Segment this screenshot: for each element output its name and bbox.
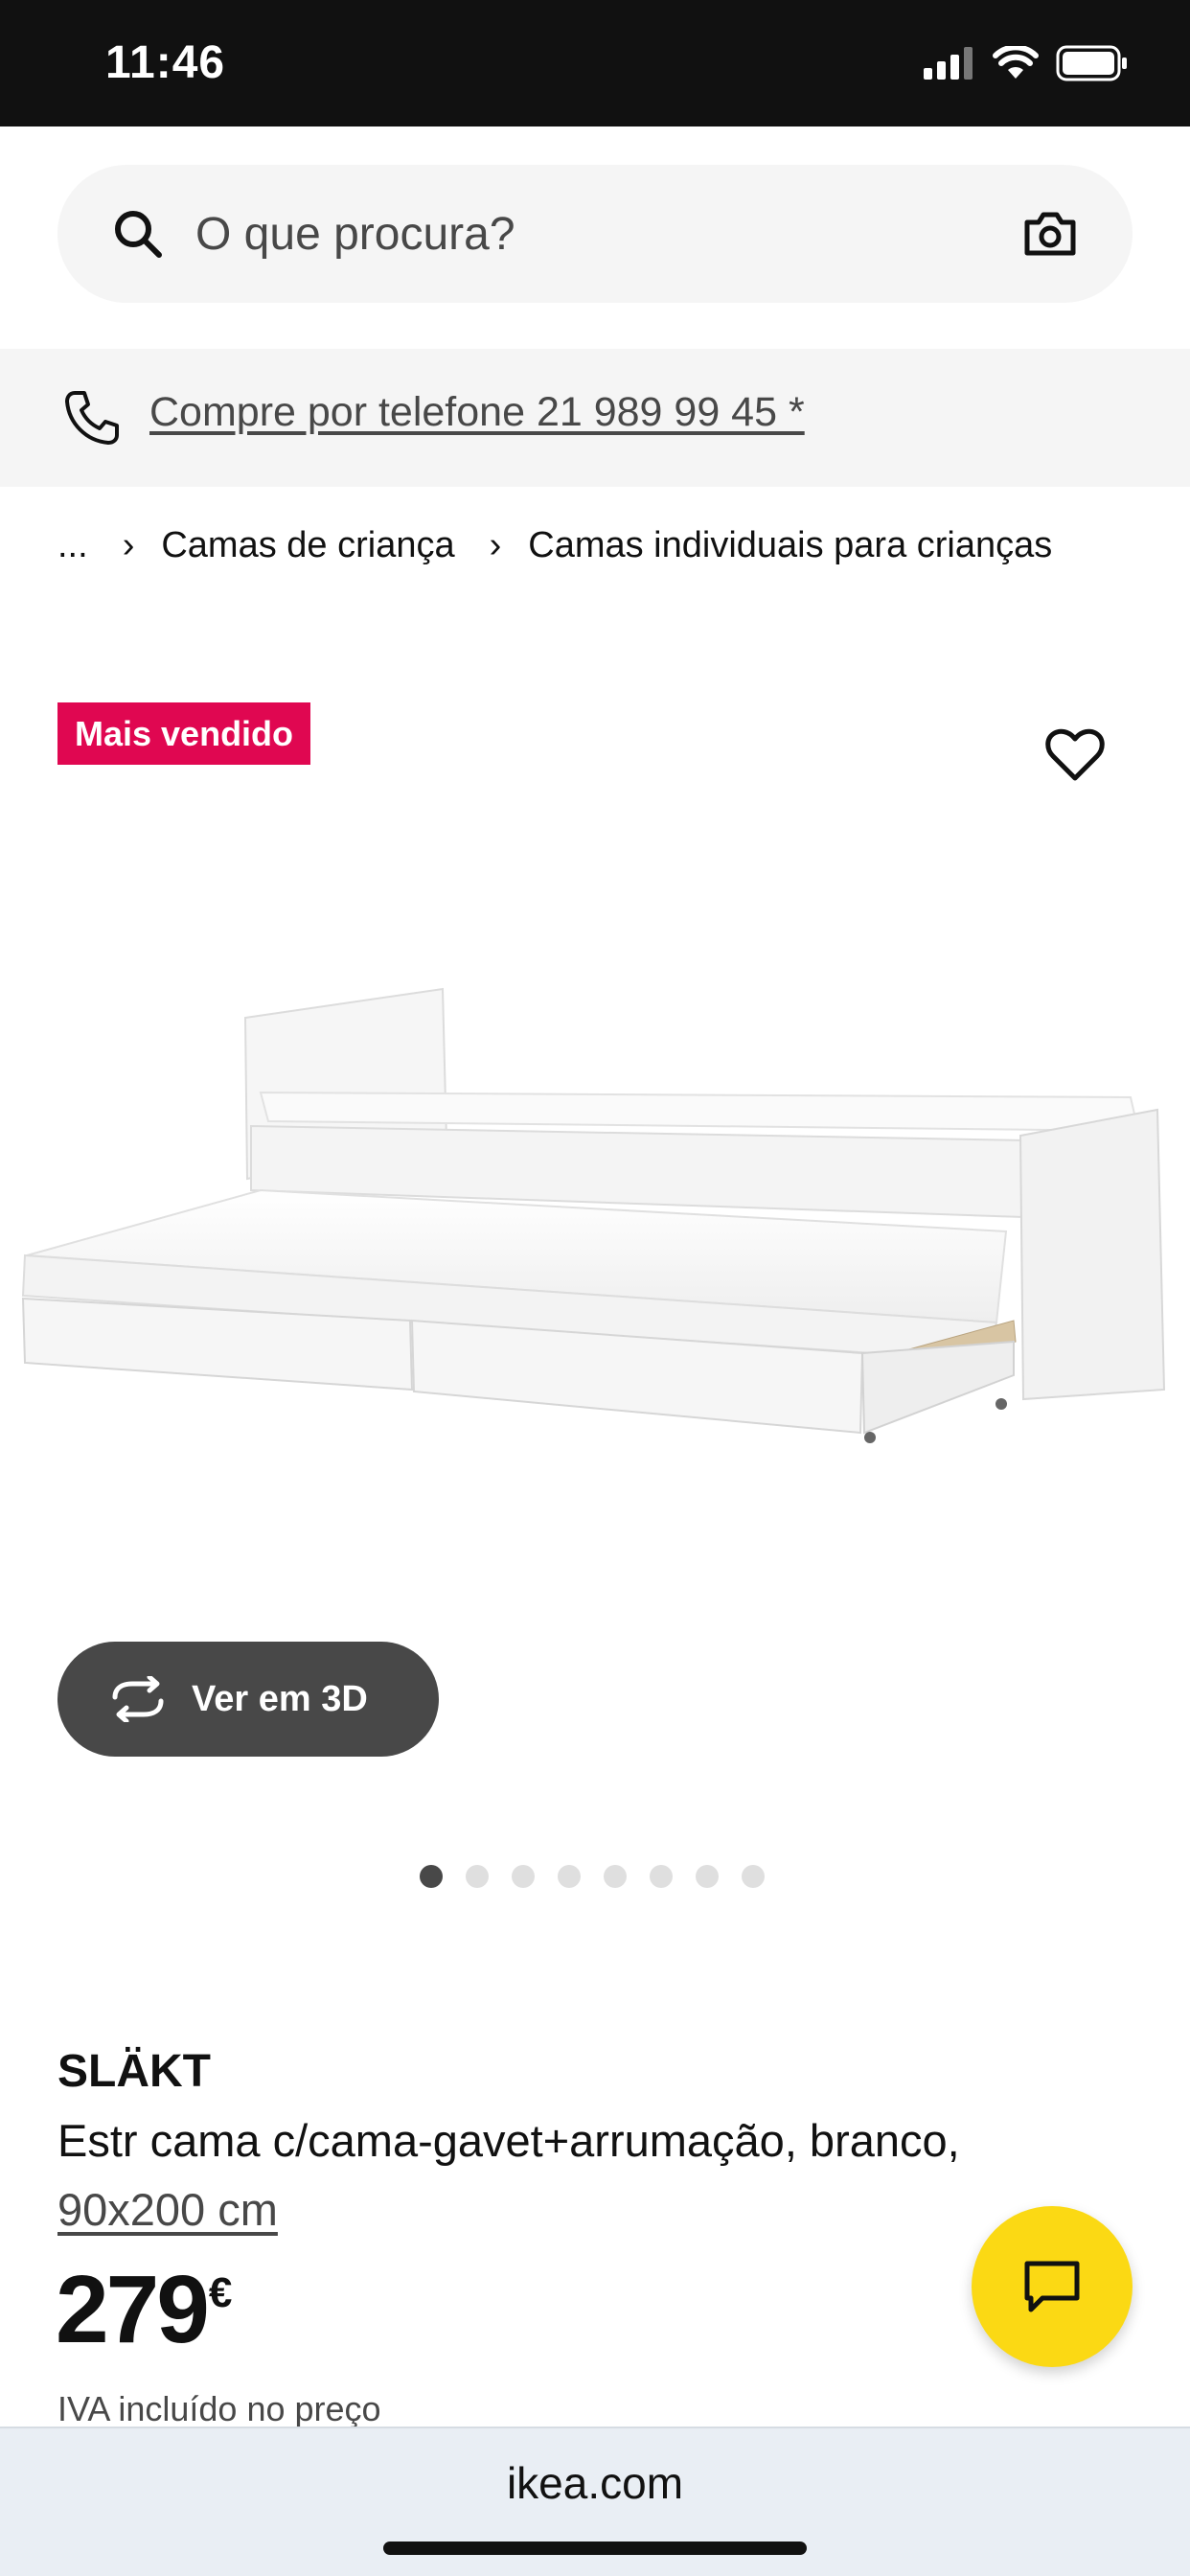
- camera-icon[interactable]: [1021, 205, 1079, 263]
- phone-link[interactable]: Compre por telefone 21 989 99 45 *: [149, 389, 805, 436]
- status-icons: [924, 44, 1129, 82]
- browser-bar: ikea.com: [0, 2426, 1190, 2576]
- status-time: 11:46: [105, 37, 226, 88]
- battery-icon: [1056, 45, 1127, 81]
- breadcrumb-item-camas-individuais[interactable]: Camas individuais para crianças: [528, 525, 1052, 566]
- heart-icon[interactable]: [1044, 726, 1106, 784]
- search-icon: [115, 211, 162, 258]
- signal-icon: [924, 47, 973, 80]
- wifi-icon: [993, 46, 1039, 79]
- home-indicator[interactable]: [383, 2542, 807, 2555]
- price-amount: 279: [56, 2256, 210, 2363]
- carousel-dots: [420, 1865, 765, 1888]
- carousel-dot-4[interactable]: [558, 1865, 581, 1888]
- phone-banner: Compre por telefone 21 989 99 45 *: [0, 349, 1190, 487]
- breadcrumb: ... › Camas de criança › Camas individua…: [57, 525, 1052, 566]
- carousel-dot-2[interactable]: [466, 1865, 489, 1888]
- chevron-right-icon: ›: [489, 525, 502, 565]
- price-currency: €: [208, 2269, 233, 2316]
- carousel-dot-1[interactable]: [420, 1865, 443, 1888]
- bestseller-badge: Mais vendido: [57, 702, 311, 765]
- breadcrumb-ellipsis[interactable]: ...: [57, 525, 88, 566]
- vat-note: IVA incluído no preço: [57, 2389, 381, 2428]
- product-description: Estr cama c/cama-gavet+arrumação, branco…: [57, 2115, 960, 2166]
- status-bar: 11:46: [0, 0, 1190, 126]
- chat-icon: [1024, 2261, 1080, 2312]
- search-bar[interactable]: [57, 165, 1133, 303]
- browser-url[interactable]: ikea.com: [0, 2457, 1190, 2509]
- view-3d-button[interactable]: Ver em 3D: [57, 1642, 439, 1757]
- carousel-dot-8[interactable]: [742, 1865, 765, 1888]
- carousel-dot-6[interactable]: [650, 1865, 673, 1888]
- chevron-right-icon: ›: [122, 525, 135, 565]
- product-image[interactable]: [0, 939, 1190, 1668]
- carousel-dot-3[interactable]: [512, 1865, 535, 1888]
- breadcrumb-item-camas-de-crianca[interactable]: Camas de criança: [161, 525, 454, 566]
- carousel-dot-5[interactable]: [604, 1865, 627, 1888]
- product-name: SLÄKT: [57, 2046, 211, 2097]
- product-price: 279 €: [56, 2262, 232, 2358]
- search-input[interactable]: [195, 197, 1019, 270]
- product-size-link[interactable]: 90x200 cm: [57, 2183, 278, 2236]
- carousel-dot-7[interactable]: [696, 1865, 719, 1888]
- chat-button[interactable]: [972, 2206, 1133, 2367]
- phone-icon: [65, 391, 119, 445]
- rotate-icon: [112, 1676, 164, 1722]
- view-3d-label: Ver em 3D: [192, 1678, 368, 1719]
